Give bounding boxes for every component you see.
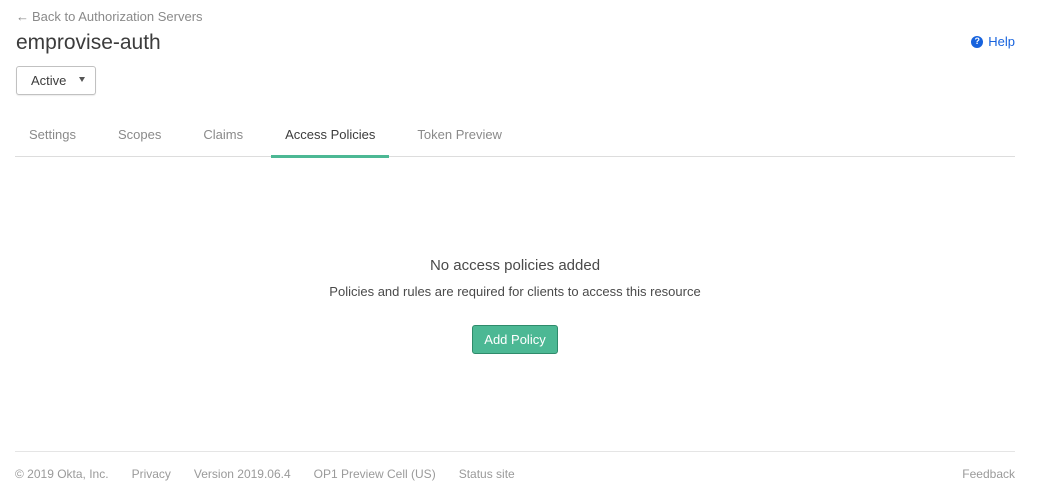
status-dropdown[interactable]: Active — [16, 66, 96, 95]
help-link[interactable]: ? Help — [971, 34, 1015, 49]
tab-access-policies-label: Access Policies — [285, 126, 376, 142]
tab-scopes-label: Scopes — [117, 126, 162, 142]
footer-version: Version 2019.06.4 — [193, 466, 291, 481]
tab-settings-label: Settings — [29, 126, 76, 142]
caret-down-icon — [79, 77, 85, 82]
footer: © 2019 Okta, Inc. Privacy Version 2019.0… — [15, 451, 1015, 495]
footer-privacy-link[interactable]: Privacy — [132, 467, 171, 481]
status-dropdown-value: Active — [31, 73, 67, 88]
tab-settings[interactable]: Settings — [15, 111, 90, 157]
tab-token-preview[interactable]: Token Preview — [403, 111, 516, 157]
add-policy-button[interactable]: Add Policy — [472, 325, 558, 354]
help-question-icon: ? — [971, 35, 984, 48]
footer-cell: OP1 Preview Cell (US) — [313, 466, 436, 481]
page-title: emprovise-auth — [16, 31, 161, 54]
tab-access-policies[interactable]: Access Policies — [271, 111, 390, 158]
arrow-left-icon: ← — [16, 9, 29, 24]
empty-state-description: Policies and rules are required for clie… — [329, 284, 701, 299]
footer-status-site-link[interactable]: Status site — [459, 467, 515, 481]
authorization-server-page: ← Back to Authorization Servers emprovis… — [0, 0, 1039, 495]
tab-claims-label: Claims — [203, 126, 244, 142]
tab-bar: Settings Scopes Claims Access Policies T… — [15, 111, 1015, 158]
footer-feedback-link[interactable]: Feedback — [962, 467, 1015, 481]
empty-state: No access policies added Policies and ru… — [15, 157, 1015, 354]
tab-token-preview-label: Token Preview — [417, 126, 502, 142]
back-link-label: Back to Authorization Servers — [32, 9, 203, 24]
help-label: Help — [988, 34, 1015, 49]
tab-claims[interactable]: Claims — [189, 111, 257, 157]
back-to-authorization-servers-link[interactable]: ← Back to Authorization Servers — [16, 9, 203, 24]
footer-copyright: © 2019 Okta, Inc. — [15, 466, 109, 481]
empty-state-title: No access policies added — [429, 257, 601, 274]
tab-scopes[interactable]: Scopes — [104, 111, 175, 157]
